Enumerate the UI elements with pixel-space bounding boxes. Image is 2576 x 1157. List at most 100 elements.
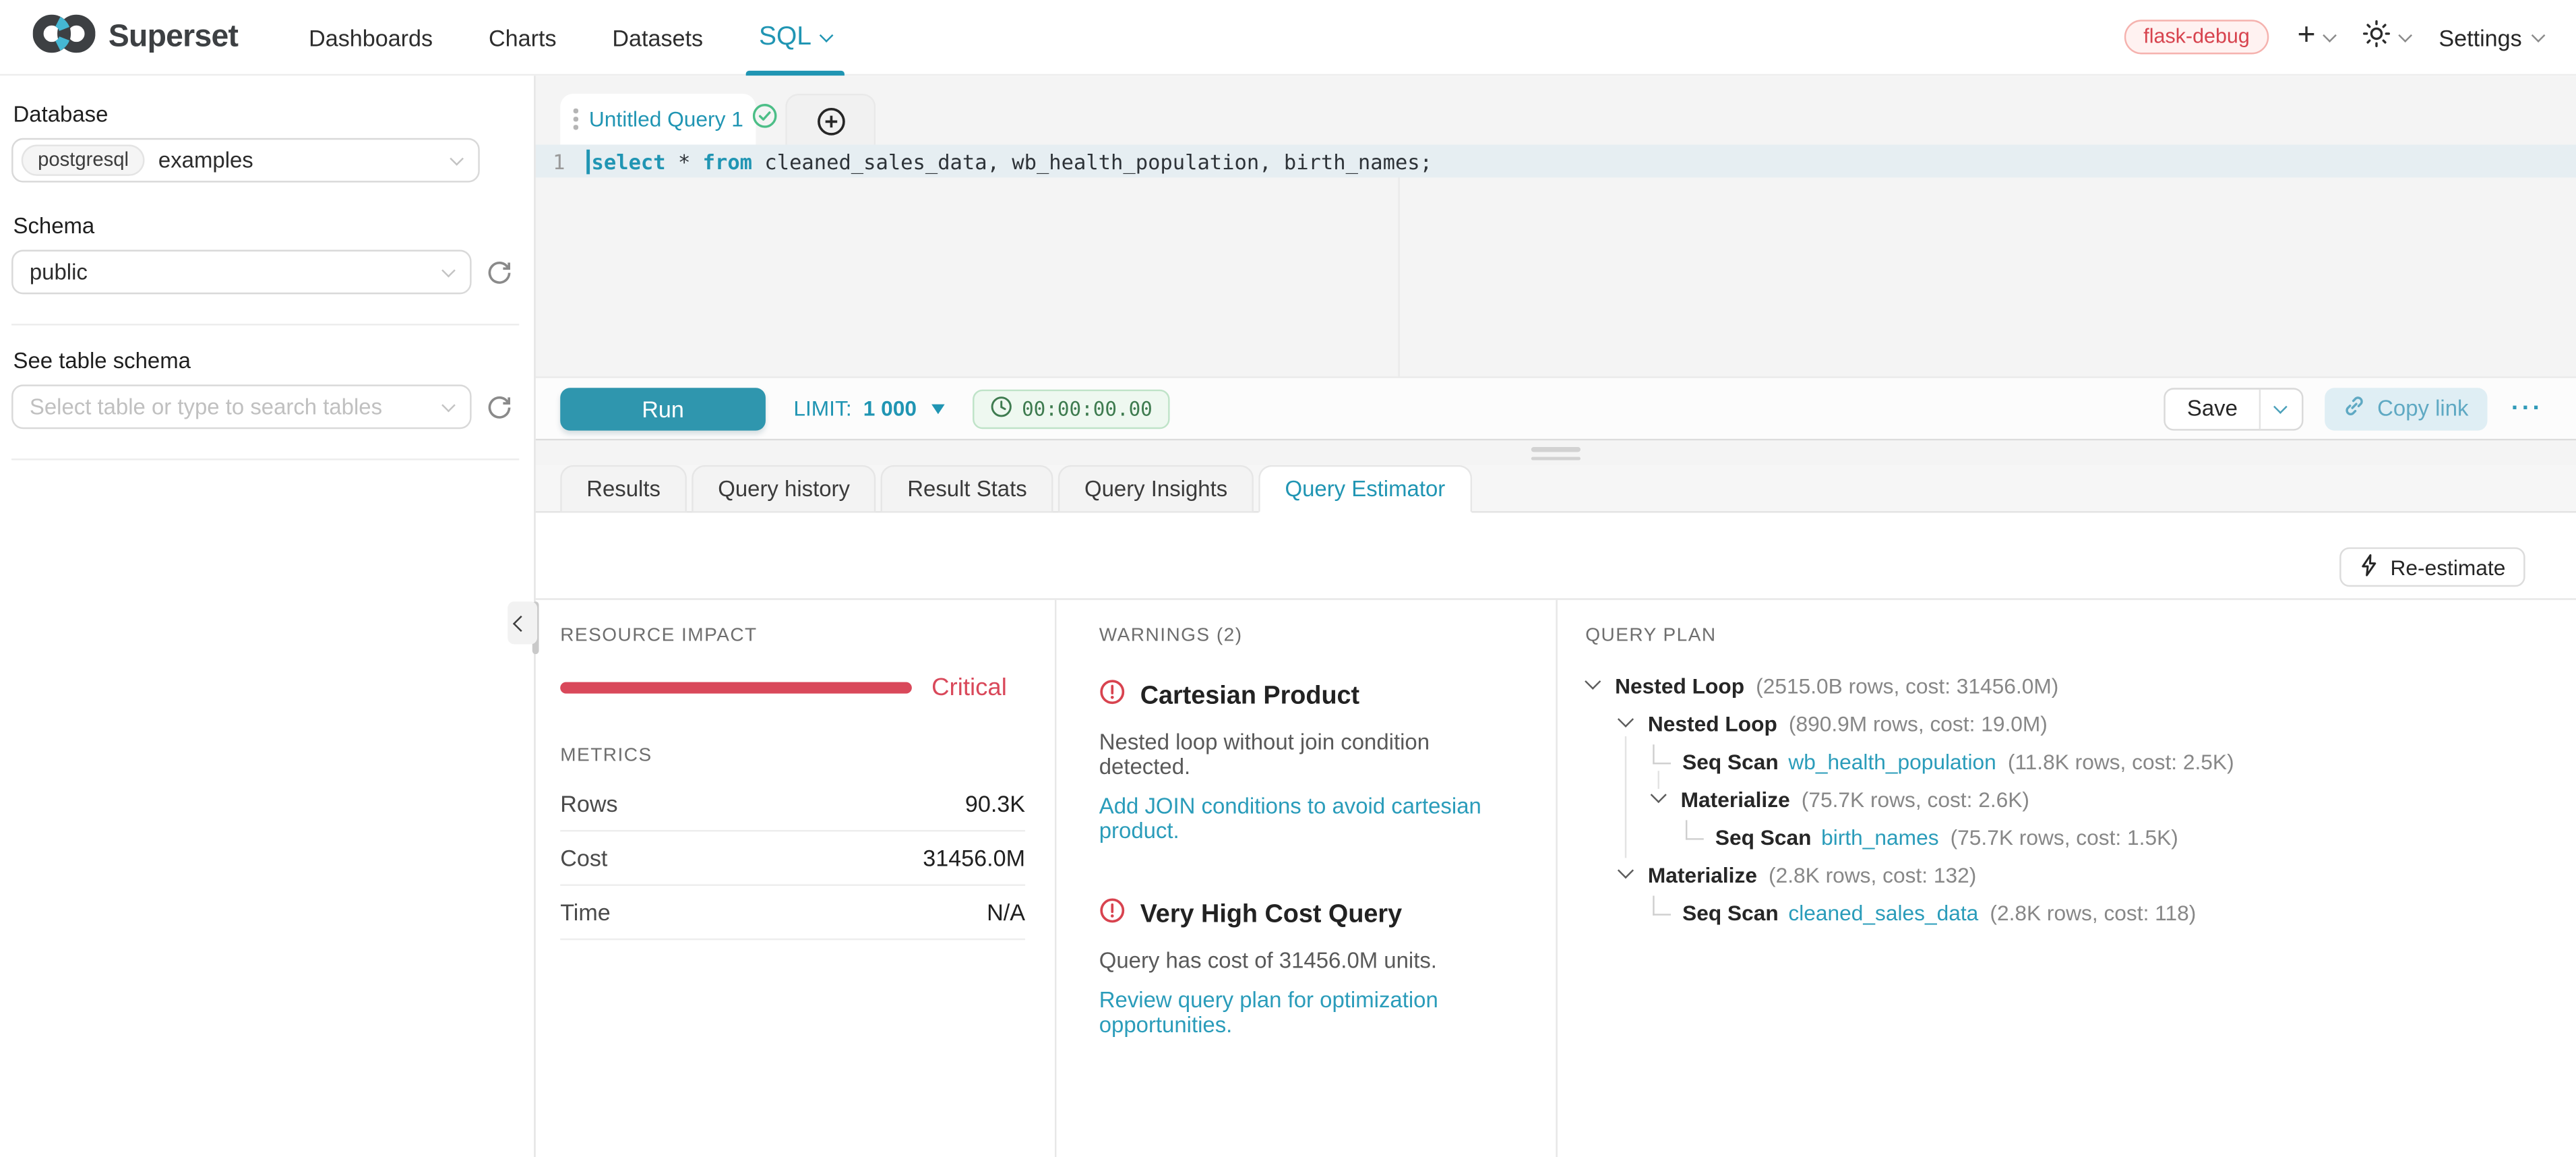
top-navbar: Superset DashboardsChartsDatasets SQL fl… — [0, 0, 2576, 76]
save-button[interactable]: Save — [2166, 388, 2261, 428]
plan-node-name: Materialize — [1681, 788, 1790, 812]
query-plan-header: QUERY PLAN — [1585, 626, 2543, 646]
nav-item-datasets[interactable]: Datasets — [584, 0, 731, 74]
sql-code-line[interactable]: select * from cleaned_sales_data, wb_hea… — [586, 145, 1432, 178]
plan-table-link[interactable]: cleaned_sales_data — [1788, 901, 1978, 926]
chevron-down-icon — [2399, 28, 2413, 42]
warning-description: Nested loop without join condition detec… — [1099, 730, 1523, 779]
impact-level-label: Critical — [931, 674, 1007, 701]
tree-connector-icon — [1653, 744, 1671, 764]
expand-chevron-icon[interactable] — [1618, 711, 1634, 728]
refresh-schemas-icon[interactable] — [487, 259, 513, 285]
copy-link-label: Copy link — [2377, 396, 2468, 421]
re-estimate-label: Re-estimate — [2391, 555, 2506, 580]
drag-handle-icon[interactable] — [574, 109, 578, 129]
table-select-placeholder: Select table or type to search tables — [30, 394, 382, 419]
expand-chevron-icon[interactable] — [1585, 674, 1601, 690]
plan-table-link[interactable]: birth_names — [1821, 825, 1938, 850]
warning-action-link[interactable]: Review query plan for optimization oppor… — [1099, 988, 1523, 1037]
warning-title: Very High Cost Query — [1140, 900, 1402, 930]
query-tab[interactable]: Untitled Query 1 × — [560, 94, 756, 145]
sql-keyword: from — [703, 149, 752, 174]
run-button[interactable]: Run — [560, 387, 766, 429]
sql-code-editor[interactable]: 1 select * from cleaned_sales_data, wb_h… — [536, 145, 2576, 377]
tree-connector-icon — [1653, 895, 1671, 915]
metric-row-rows: Rows 90.3K — [560, 777, 1025, 831]
chevron-down-icon — [441, 263, 456, 277]
clock-icon — [991, 395, 1012, 421]
chevron-down-icon — [2274, 399, 2288, 413]
copy-link-button[interactable]: Copy link — [2325, 387, 2486, 429]
query-plan-tree: Nested Loop(2515.0B rows, cost: 31456.0M… — [1585, 668, 2543, 932]
database-value: examples — [158, 148, 253, 173]
limit-dropdown[interactable]: LIMIT: 1 000 — [793, 396, 944, 421]
schema-select[interactable]: public — [11, 250, 472, 295]
plan-node-name: Seq Scan — [1715, 825, 1812, 850]
tab-result-stats[interactable]: Result Stats — [881, 465, 1053, 513]
link-icon — [2343, 394, 2366, 422]
re-estimate-button[interactable]: Re-estimate — [2339, 547, 2525, 587]
warnings-column: WARNINGS (2) Cartesian ProductNested loo… — [1056, 600, 1557, 1157]
sql-editor-pane: Untitled Query 1 × 1 — [536, 76, 2576, 1157]
schema-value: public — [30, 260, 88, 285]
table-schema-label: See table schema — [13, 349, 534, 374]
nav-item-dashboards[interactable]: Dashboards — [281, 0, 461, 74]
splitter-drag-handle[interactable] — [1531, 447, 1581, 461]
expand-chevron-icon[interactable] — [1651, 787, 1667, 803]
database-select[interactable]: postgresql examples — [11, 138, 480, 183]
tab-query-insights[interactable]: Query Insights — [1058, 465, 1254, 513]
environment-badge: flask-debug — [2124, 20, 2269, 54]
plan-node-name: Materialize — [1648, 863, 1757, 888]
more-options-button[interactable]: ··· — [2511, 394, 2544, 422]
metric-value: 31456.0M — [923, 845, 1025, 871]
query-timer: 00:00:00.00 — [973, 388, 1171, 428]
query-tab-title: Untitled Query 1 — [589, 107, 743, 131]
metrics-header: METRICS — [560, 746, 1025, 766]
metric-label: Time — [560, 899, 611, 925]
sql-text: cleaned_sales_data, wb_health_population… — [752, 149, 1432, 174]
sidebar-collapse-button[interactable] — [508, 601, 537, 644]
plan-node-meta: (75.7K rows, cost: 1.5K) — [1951, 825, 2178, 850]
metric-row-cost: Cost31456.0M — [560, 831, 1025, 885]
tab-query-history[interactable]: Query history — [692, 465, 876, 513]
theme-dropdown[interactable] — [2363, 19, 2411, 55]
warning-action-link[interactable]: Add JOIN conditions to avoid cartesian p… — [1099, 794, 1523, 843]
sql-lab-sidebar: Database postgresql examples Schema publ… — [0, 76, 536, 1157]
plan-node-seq-scan-cleaned-sales-data: Seq Scancleaned_sales_data(2.8K rows, co… — [1585, 894, 2543, 932]
settings-dropdown[interactable]: Settings — [2439, 24, 2543, 50]
timer-value: 00:00:00.00 — [1022, 397, 1153, 420]
new-item-dropdown[interactable]: + — [2297, 23, 2335, 51]
nav-item-sql[interactable]: SQL — [731, 0, 848, 74]
plan-node-nested-loop: Nested Loop(890.9M rows, cost: 19.0M) — [1585, 705, 2543, 743]
plan-node-meta: (75.7K rows, cost: 2.6K) — [1802, 788, 2029, 812]
superset-brand[interactable]: Superset — [33, 0, 239, 74]
result-tabs: ResultsQuery historyResult StatsQuery In… — [536, 465, 2576, 513]
expand-chevron-icon[interactable] — [1618, 862, 1634, 879]
plan-node-nested-loop: Nested Loop(2515.0B rows, cost: 31456.0M… — [1585, 668, 2543, 705]
superset-logo-icon — [33, 11, 96, 63]
plan-node-name: Seq Scan — [1682, 750, 1779, 775]
estimator-header: Re-estimate — [536, 513, 2576, 600]
tab-query-estimator[interactable]: Query Estimator — [1259, 465, 1472, 513]
plan-node-name: Nested Loop — [1615, 674, 1744, 699]
refresh-tables-icon[interactable] — [487, 394, 513, 420]
sql-text: * — [666, 149, 703, 174]
save-options-button[interactable] — [2261, 388, 2302, 428]
tab-results[interactable]: Results — [560, 465, 687, 513]
metric-value: N/A — [987, 899, 1025, 925]
plan-table-link[interactable]: wb_health_population — [1788, 750, 1996, 775]
schema-label: Schema — [13, 214, 534, 239]
metric-value: 90.3K — [965, 790, 1025, 817]
chevron-down-icon — [450, 151, 464, 165]
nav-menu: DashboardsChartsDatasets — [281, 0, 731, 74]
metric-row-time: Time N/A — [560, 886, 1025, 940]
new-query-tab-button[interactable] — [785, 94, 876, 146]
chevron-down-icon — [2532, 28, 2546, 42]
sun-icon — [2363, 19, 2391, 55]
nav-item-charts[interactable]: Charts — [461, 0, 584, 74]
plan-node-meta: (11.8K rows, cost: 2.5K) — [2008, 750, 2234, 775]
line-number: 1 — [536, 145, 578, 178]
warning-very-high-cost-query: Very High Cost QueryQuery has cost of 31… — [1099, 897, 1523, 1037]
table-select[interactable]: Select table or type to search tables — [11, 384, 472, 429]
metric-label: Rows — [560, 790, 617, 817]
